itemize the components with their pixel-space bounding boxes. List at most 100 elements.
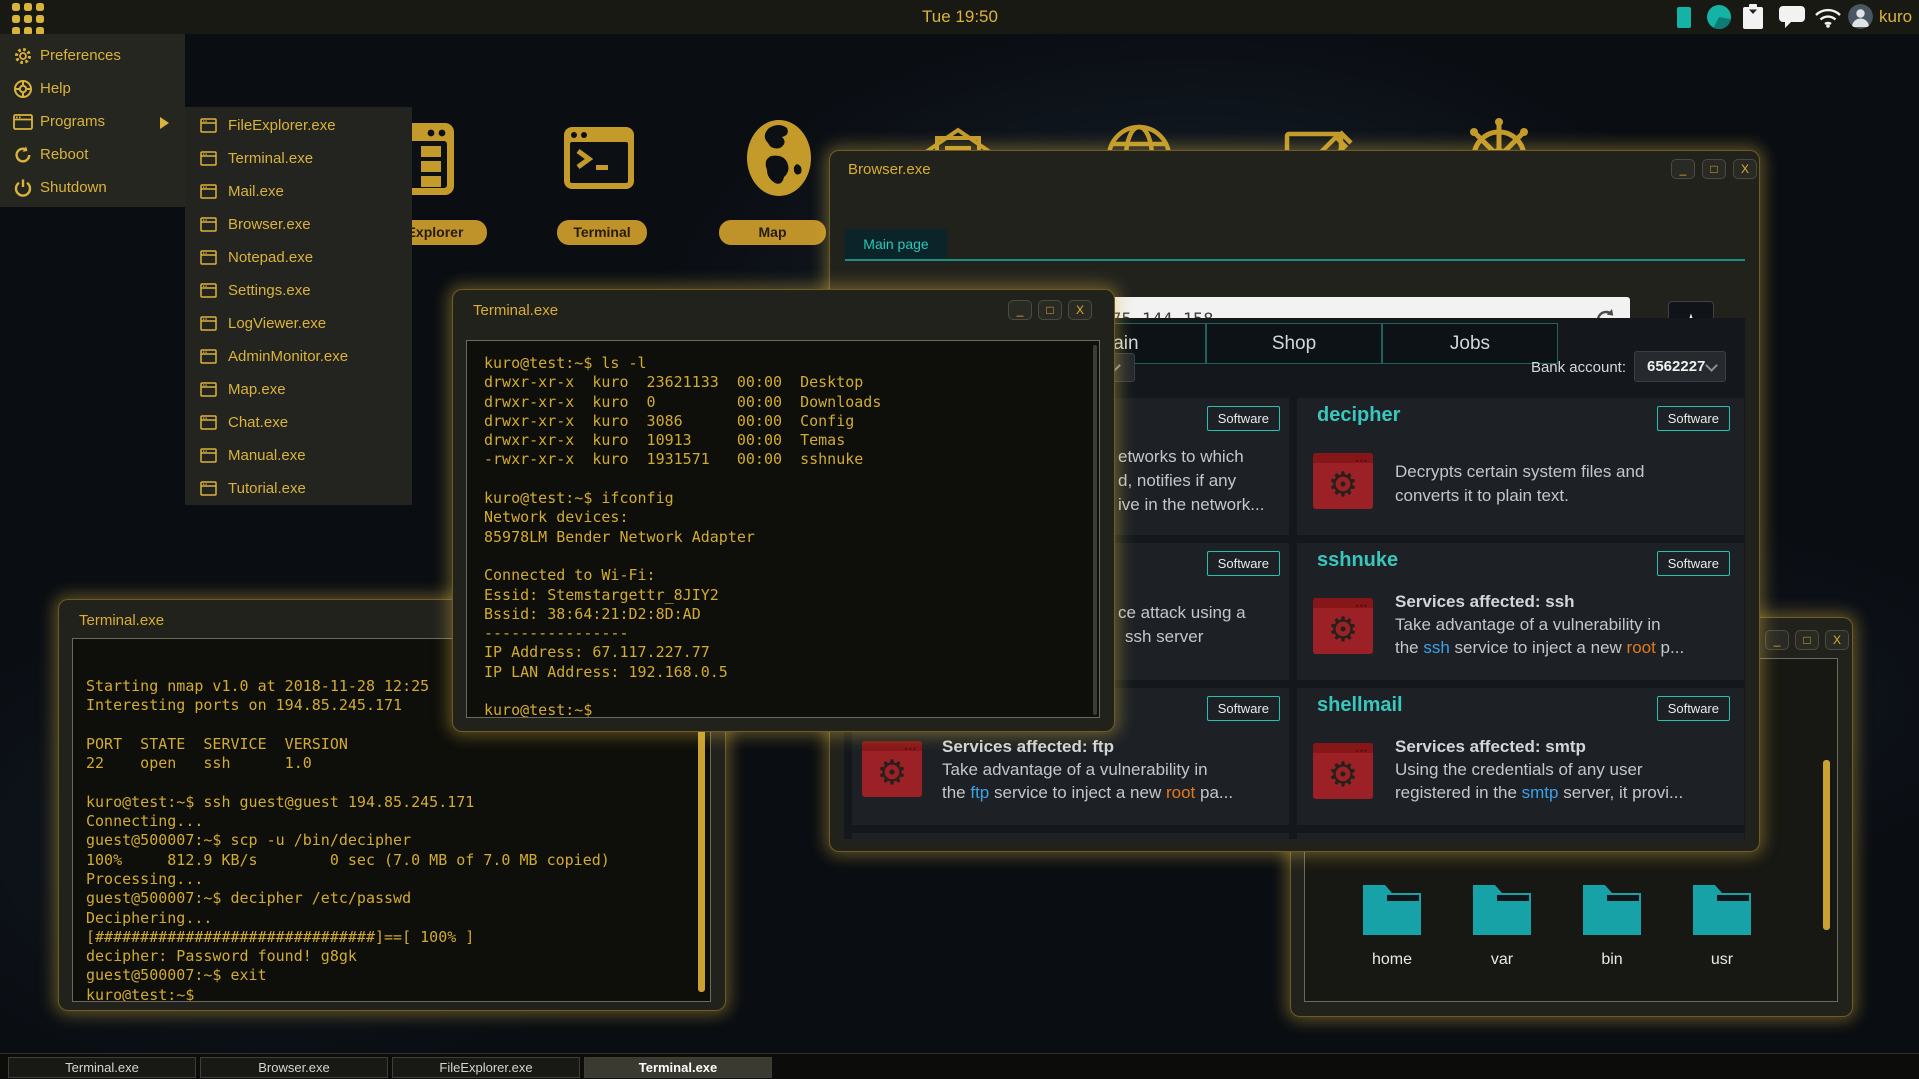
software-app-icon: ••• ⚙	[1313, 453, 1373, 509]
service-link[interactable]: ftp	[970, 783, 989, 802]
submenu-item-logviewer[interactable]: LogViewer.exe	[185, 308, 412, 341]
terminal-window-title: Terminal.exe	[79, 612, 165, 629]
page-tab-shop[interactable]: Shop	[1206, 323, 1382, 364]
gear-icon: ⚙	[1327, 756, 1359, 794]
window-icon	[200, 283, 217, 298]
bank-account-select[interactable]: 6562227	[1634, 351, 1726, 382]
app-grid-icon[interactable]	[12, 3, 44, 35]
menu-item-reboot[interactable]: Reboot	[0, 139, 185, 172]
software-card-decipher[interactable]: decipher Software ••• ⚙ Decrypts certain…	[1297, 398, 1744, 535]
maximize-button[interactable]: □	[1702, 159, 1726, 179]
submenu-item-terminal[interactable]: Terminal.exe	[185, 143, 412, 176]
page-tab-jobs[interactable]: Jobs	[1382, 323, 1558, 364]
desktop-label-terminal[interactable]: Terminal	[557, 220, 647, 245]
terminal-scrollbar[interactable]	[1093, 345, 1097, 715]
chat-icon[interactable]	[1779, 6, 1805, 34]
software-badge: Software	[1206, 696, 1280, 721]
submenu-item-label: Notepad.exe	[228, 249, 314, 266]
submenu-item-notepad[interactable]: Notepad.exe	[185, 242, 412, 275]
gear-icon: ⚙	[1327, 611, 1359, 649]
top-bar: Tue 19:50 kuro	[0, 0, 1919, 35]
browser-tab-main-page[interactable]: Main page	[845, 229, 947, 259]
submenu-item-label: Settings.exe	[228, 282, 311, 299]
desktop-icon-map[interactable]	[745, 118, 813, 198]
clipboard-icon[interactable]	[1742, 4, 1764, 35]
window-icon	[200, 316, 217, 331]
submenu-item-label: Map.exe	[228, 381, 286, 398]
folder-label-home: home	[1371, 951, 1413, 968]
close-button[interactable]: X	[1733, 159, 1757, 179]
submenu-item-chat[interactable]: Chat.exe	[185, 407, 412, 440]
window-icon	[200, 217, 217, 232]
submenu-item-map[interactable]: Map.exe	[185, 374, 412, 407]
folder-bin[interactable]	[1581, 877, 1643, 935]
software-title: sshnuke	[1317, 549, 1399, 571]
software-app-icon: ••• ⚙	[862, 741, 922, 797]
menu-item-label: Shutdown	[40, 179, 107, 196]
terminal-output-panel[interactable]: kuro@test:~$ ls -l drwxr-xr-x kuro 23621…	[466, 340, 1100, 718]
tabbar-rule	[845, 259, 1745, 261]
folder-icon	[1693, 885, 1751, 935]
gear-icon: ⚙	[876, 754, 908, 792]
page-tab-label: Shop	[1271, 333, 1317, 354]
wifi-icon[interactable]	[1814, 7, 1842, 33]
window-icon	[13, 112, 33, 132]
menu-item-programs[interactable]: Programs	[0, 106, 185, 139]
menu-item-help[interactable]: Help	[0, 73, 185, 106]
menu-item-label: Help	[40, 80, 71, 97]
close-button[interactable]: X	[1068, 300, 1092, 320]
fileexplorer-scrollbar[interactable]	[1823, 760, 1830, 930]
window-icon	[200, 250, 217, 265]
page-tab-label: Jobs	[1449, 333, 1491, 354]
menu-item-label: Preferences	[40, 47, 121, 64]
folder-usr[interactable]	[1691, 877, 1753, 935]
submenu-item-browser[interactable]: Browser.exe	[185, 209, 412, 242]
storage-pie-icon	[1706, 4, 1732, 35]
submenu-item-settings[interactable]: Settings.exe	[185, 275, 412, 308]
folder-var[interactable]	[1471, 877, 1533, 935]
bank-account-value: 6562227	[1647, 358, 1706, 375]
submenu-item-label: Browser.exe	[228, 216, 311, 233]
folder-home[interactable]	[1361, 877, 1423, 935]
minimize-button[interactable]: _	[1765, 630, 1789, 650]
maximize-button[interactable]: □	[1795, 630, 1819, 650]
submenu-item-mail[interactable]: Mail.exe	[185, 176, 412, 209]
lifebuoy-icon	[13, 79, 33, 99]
card-desc-line: registered in the smtp server, it provi.…	[1395, 783, 1684, 802]
menu-item-preferences[interactable]: Preferences	[0, 40, 185, 73]
taskbar-item-fileexplorer[interactable]: FileExplorer.exe	[392, 1057, 580, 1078]
system-menu: Preferences Help Programs Reboot Shutdow…	[0, 34, 185, 207]
close-button[interactable]: X	[1825, 630, 1849, 650]
maximize-button[interactable]: □	[1038, 300, 1062, 320]
window-icon	[200, 382, 217, 397]
service-link[interactable]: ssh	[1423, 638, 1449, 657]
taskbar-item-terminal-1[interactable]: Terminal.exe	[8, 1057, 196, 1078]
browser-window-title: Browser.exe	[848, 161, 931, 178]
desktop-icon-terminal[interactable]	[563, 126, 635, 190]
minimize-button[interactable]: _	[1671, 159, 1695, 179]
submenu-item-manual[interactable]: Manual.exe	[185, 440, 412, 473]
software-card-shellmail[interactable]: shellmail Software ••• ⚙ Services affect…	[1297, 688, 1744, 825]
card-bold-line: Services affected: ftp	[942, 737, 1114, 756]
taskbar: Terminal.exe Browser.exe FileExplorer.ex…	[0, 1053, 1919, 1079]
window-icon	[200, 118, 217, 133]
minimize-button[interactable]: _	[1008, 300, 1032, 320]
card-desc-line: Decrypts certain system files and	[1395, 462, 1645, 481]
software-app-icon: ••• ⚙	[1313, 743, 1373, 799]
taskbar-item-terminal-2[interactable]: Terminal.exe	[584, 1057, 772, 1078]
software-card-sshnuke[interactable]: sshnuke Software ••• ⚙ Services affected…	[1297, 543, 1744, 680]
folder-label-bin: bin	[1601, 951, 1623, 968]
folder-label-var: var	[1490, 951, 1514, 968]
taskbar-item-browser[interactable]: Browser.exe	[200, 1057, 388, 1078]
submenu-item-label: Mail.exe	[228, 183, 284, 200]
avatar[interactable]	[1848, 4, 1873, 29]
submenu-item-adminmonitor[interactable]: AdminMonitor.exe	[185, 341, 412, 374]
submenu-item-fileexplorer[interactable]: FileExplorer.exe	[185, 110, 412, 143]
menu-item-shutdown[interactable]: Shutdown	[0, 172, 185, 205]
window-icon	[200, 448, 217, 463]
clock: Tue 19:50	[922, 7, 998, 26]
username[interactable]: kuro	[1879, 7, 1912, 27]
desktop-label-map[interactable]: Map	[719, 220, 826, 245]
submenu-item-tutorial[interactable]: Tutorial.exe	[185, 473, 412, 506]
service-link[interactable]: smtp	[1522, 783, 1559, 802]
